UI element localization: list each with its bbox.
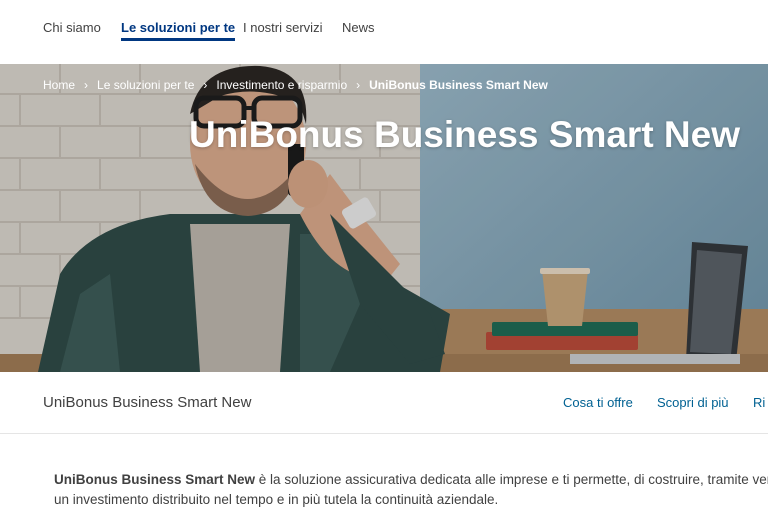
- anchor-link-truncated[interactable]: Ri: [753, 395, 765, 410]
- product-subnav: UniBonus Business Smart New Cosa ti offr…: [0, 372, 768, 434]
- product-name: UniBonus Business Smart New: [43, 394, 252, 411]
- top-navigation: Chi siamo Le soluzioni per te I nostri s…: [0, 0, 768, 64]
- active-tab-indicator: [121, 38, 236, 41]
- breadcrumb: Home › Le soluzioni per te › Investiment…: [43, 78, 548, 92]
- breadcrumb-le-soluzioni-per-te[interactable]: Le soluzioni per te: [97, 78, 194, 92]
- intro-product-name: UniBonus Business Smart New: [54, 472, 256, 487]
- chevron-right-icon: ›: [84, 78, 89, 92]
- nav-item-news[interactable]: News: [342, 20, 375, 35]
- breadcrumb-current-page: UniBonus Business Smart New: [369, 78, 548, 92]
- hero-image: [0, 64, 768, 372]
- nav-item-label: Le soluzioni per te: [121, 20, 236, 35]
- chevron-right-icon: ›: [203, 78, 208, 92]
- anchor-link-cosa-ti-offre[interactable]: Cosa ti offre: [563, 395, 633, 410]
- breadcrumb-investimento-e-risparmio[interactable]: Investimento e risparmio: [216, 78, 347, 92]
- nav-item-le-soluzioni-per-te[interactable]: Le soluzioni per te: [121, 20, 236, 41]
- anchor-link-scopri-di-piu[interactable]: Scopri di più: [657, 395, 729, 410]
- intro-paragraph: UniBonus Business Smart New è la soluzio…: [54, 470, 768, 510]
- breadcrumb-home[interactable]: Home: [43, 78, 75, 92]
- intro-text-line2: un investimento distribuito nel tempo e …: [54, 492, 499, 507]
- chevron-right-icon: ›: [356, 78, 361, 92]
- intro-text-line1: è la soluzione assicurativa dedicata all…: [255, 472, 768, 487]
- nav-item-i-nostri-servizi[interactable]: I nostri servizi: [243, 20, 322, 35]
- nav-item-chi-siamo[interactable]: Chi siamo: [43, 20, 101, 35]
- page-title: UniBonus Business Smart New: [189, 114, 741, 155]
- hero-banner: Home › Le soluzioni per te › Investiment…: [0, 64, 768, 372]
